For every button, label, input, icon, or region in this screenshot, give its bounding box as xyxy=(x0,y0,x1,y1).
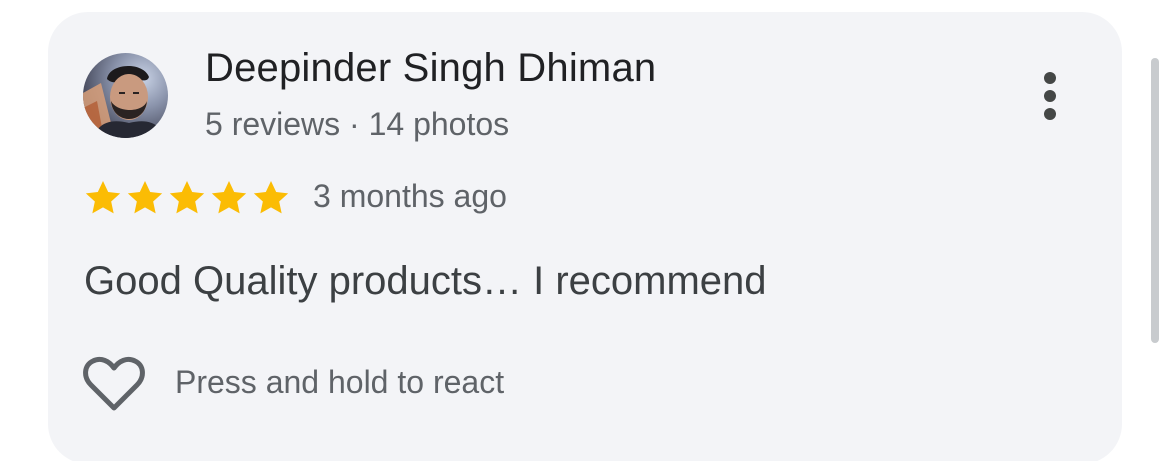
star-icon xyxy=(253,181,289,214)
more-options-button[interactable] xyxy=(1030,66,1070,126)
star-icon xyxy=(211,181,247,214)
author-name[interactable]: Deepinder Singh Dhiman xyxy=(205,46,656,91)
review-page: Deepinder Singh Dhiman 5 reviews · 14 ph… xyxy=(0,0,1170,461)
react-button[interactable]: Press and hold to react xyxy=(81,352,504,416)
star-rating xyxy=(83,176,293,220)
review-date: 3 months ago xyxy=(313,178,507,214)
scrollbar[interactable] xyxy=(1151,58,1159,343)
star-icon xyxy=(169,181,205,214)
star-icon xyxy=(85,181,121,214)
review-text: Good Quality products… I recommend xyxy=(84,259,767,303)
more-vert-icon xyxy=(1044,72,1056,84)
avatar[interactable] xyxy=(83,53,168,138)
author-review-count[interactable]: 5 reviews · 14 photos xyxy=(205,106,509,143)
heart-outline-icon xyxy=(83,356,145,411)
react-label: Press and hold to react xyxy=(175,364,505,400)
star-icon xyxy=(127,181,163,214)
